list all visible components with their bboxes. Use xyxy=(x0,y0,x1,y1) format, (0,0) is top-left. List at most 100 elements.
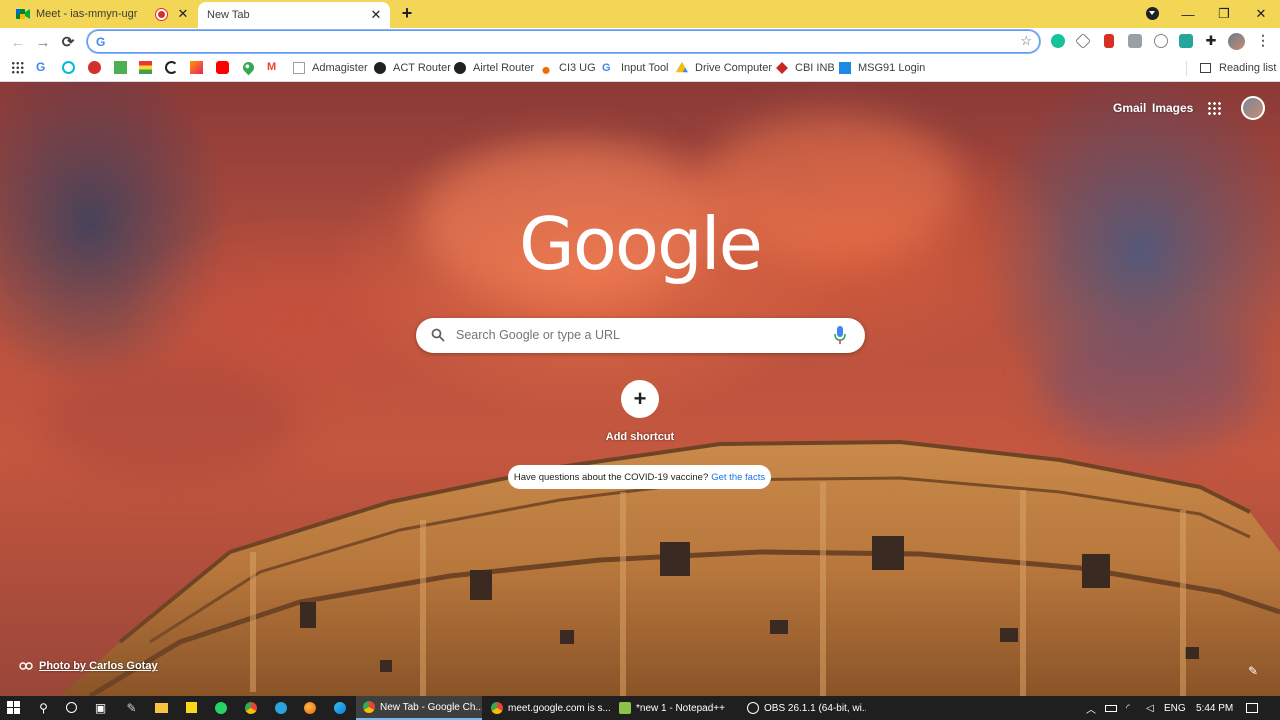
new-tab-button[interactable]: + xyxy=(398,4,416,23)
grammarly-icon[interactable] xyxy=(1051,34,1065,48)
windows-start-icon[interactable] xyxy=(6,700,21,715)
taskbar-app-obs[interactable]: OBS 26.1.1 (64-bit, wi... xyxy=(740,696,866,720)
bookmark-orange-icon[interactable] xyxy=(190,61,203,74)
bookmark-airtel-router[interactable]: Airtel Router xyxy=(454,55,534,81)
bookmark-flag-icon[interactable] xyxy=(139,61,152,74)
bookmark-cbi-inb[interactable]: CBI INB xyxy=(776,55,835,81)
maps-icon[interactable] xyxy=(240,59,257,76)
images-link[interactable]: Images xyxy=(1152,101,1193,115)
covid-promo: Have questions about the COVID-19 vaccin… xyxy=(508,465,771,489)
reload-button[interactable]: ⟳ xyxy=(58,32,78,52)
microphone-icon[interactable] xyxy=(834,326,846,344)
minimize-button[interactable]: — xyxy=(1170,0,1206,28)
bookmark-red-icon[interactable] xyxy=(88,61,101,74)
doc-icon xyxy=(293,62,305,74)
search-box[interactable] xyxy=(416,318,865,353)
chrome-icon xyxy=(363,701,375,713)
sticky-notes-icon[interactable] xyxy=(184,700,199,715)
screen: Meet - ias-mmyn-ugr ✕ New Tab ✕ + — ❐ ✕ … xyxy=(0,0,1280,720)
photo-attribution[interactable]: Photo by Carlos Gotay xyxy=(19,660,158,672)
taskbar-app-chrome[interactable]: New Tab - Google Ch... xyxy=(356,696,482,720)
reading-list-icon xyxy=(1200,63,1211,73)
extension-red-icon[interactable] xyxy=(1104,34,1114,48)
close-icon[interactable]: ✕ xyxy=(175,6,191,22)
menu-icon[interactable]: ⋮ xyxy=(1256,33,1270,49)
bookmark-ci3-ug[interactable]: CI3 UG xyxy=(540,55,596,81)
clock[interactable]: 5:44 PM xyxy=(1196,696,1233,720)
tab-new-tab[interactable]: New Tab ✕ xyxy=(198,2,390,28)
taskbar-app-notepad[interactable]: *new 1 - Notepad++ xyxy=(612,696,738,720)
language-indicator[interactable]: ENG xyxy=(1164,696,1186,720)
extension-cube-icon[interactable] xyxy=(1075,33,1091,49)
bookmark-star-icon[interactable]: ☆ xyxy=(1020,33,1032,49)
extension-circle-icon[interactable] xyxy=(1154,34,1168,48)
telegram-icon[interactable] xyxy=(273,700,288,715)
globe-icon xyxy=(454,62,466,74)
address-bar[interactable]: G ☆ xyxy=(87,30,1040,53)
tray-overflow-icon[interactable]: ︿ xyxy=(1086,696,1096,720)
restore-button[interactable]: ❐ xyxy=(1206,0,1242,28)
youtube-icon[interactable] xyxy=(216,61,229,74)
back-button[interactable]: ← xyxy=(8,32,28,52)
bookmark-label: Drive Computer xyxy=(695,62,773,74)
puzzle-icon[interactable]: ✚ xyxy=(1204,34,1218,48)
task-view-icon[interactable]: ▣ xyxy=(93,700,108,715)
bookmark-c-icon[interactable] xyxy=(165,61,178,74)
gmail-icon[interactable]: M xyxy=(267,61,280,74)
firefox-icon[interactable] xyxy=(302,700,317,715)
tab-search-icon[interactable] xyxy=(1146,7,1159,20)
taskbar: ⚲ ▣ ✎ New Tab - Google Ch... meet.google… xyxy=(0,696,1280,720)
extension-grey-icon[interactable] xyxy=(1128,34,1142,48)
google-icon: G xyxy=(96,35,106,49)
obs-icon xyxy=(747,702,759,714)
account-avatar[interactable] xyxy=(1241,96,1265,120)
taskbar-app-label: OBS 26.1.1 (64-bit, wi... xyxy=(764,702,866,714)
forward-button[interactable]: → xyxy=(33,32,53,52)
bookmark-act-router[interactable]: ACT Router xyxy=(374,55,451,81)
extension-teal-icon[interactable] xyxy=(1179,34,1193,48)
whatsapp-icon[interactable] xyxy=(213,700,228,715)
recording-icon xyxy=(156,8,167,20)
google-logo: Google xyxy=(519,202,763,286)
apps-grid-icon[interactable] xyxy=(11,61,24,74)
google-apps-icon[interactable] xyxy=(1207,101,1221,115)
bookmark-label: Input Tool xyxy=(621,62,669,74)
taskbar-app-meet[interactable]: meet.google.com is s... xyxy=(484,696,610,720)
bookmark-admagister[interactable]: Admagister xyxy=(293,55,368,81)
file-explorer-icon[interactable] xyxy=(154,700,169,715)
attribution-text: Photo by Carlos Gotay xyxy=(39,660,158,672)
profile-avatar[interactable] xyxy=(1228,33,1245,50)
customize-pencil-icon[interactable]: ✎ xyxy=(1248,664,1258,678)
close-icon[interactable]: ✕ xyxy=(368,7,384,23)
wifi-icon[interactable]: ◜ xyxy=(1126,696,1130,720)
tab-title: New Tab xyxy=(207,9,250,21)
bookmark-drive-computer[interactable]: Drive Computer xyxy=(676,55,772,81)
gmail-link[interactable]: Gmail xyxy=(1113,101,1146,115)
volume-icon[interactable]: ◁ xyxy=(1146,696,1154,720)
window-close-button[interactable]: ✕ xyxy=(1243,0,1279,28)
promo-text: Have questions about the COVID-19 vaccin… xyxy=(513,471,709,483)
chrome-icon[interactable] xyxy=(243,700,258,715)
reading-list-button[interactable]: Reading list xyxy=(1185,55,1277,81)
bookmark-teal-icon[interactable] xyxy=(62,61,75,74)
taskbar-app-label: New Tab - Google Ch... xyxy=(380,701,482,713)
notification-icon[interactable] xyxy=(1246,696,1258,720)
add-shortcut-button[interactable]: + xyxy=(621,380,659,418)
bookmark-green-icon[interactable] xyxy=(114,61,127,74)
search-input[interactable] xyxy=(456,326,826,344)
tab-meet[interactable]: Meet - ias-mmyn-ugr ✕ xyxy=(0,0,197,28)
pen-icon[interactable]: ✎ xyxy=(124,700,139,715)
taskbar-app-label: *new 1 - Notepad++ xyxy=(636,702,725,714)
meet-icon xyxy=(16,9,30,19)
google-icon[interactable]: G xyxy=(36,61,49,74)
edge-icon[interactable] xyxy=(332,700,347,715)
reading-list-label: Reading list xyxy=(1219,62,1277,74)
search-icon[interactable]: ⚲ xyxy=(36,700,51,715)
notepad-icon xyxy=(619,702,631,714)
battery-icon[interactable] xyxy=(1105,696,1117,720)
cortana-icon[interactable] xyxy=(64,700,79,715)
bookmark-msg91-login[interactable]: MSG91 Login xyxy=(839,55,925,81)
link-icon xyxy=(19,662,33,670)
promo-link[interactable]: Get the facts xyxy=(711,472,765,483)
bookmark-input-tool[interactable]: G Input Tool xyxy=(602,55,669,81)
